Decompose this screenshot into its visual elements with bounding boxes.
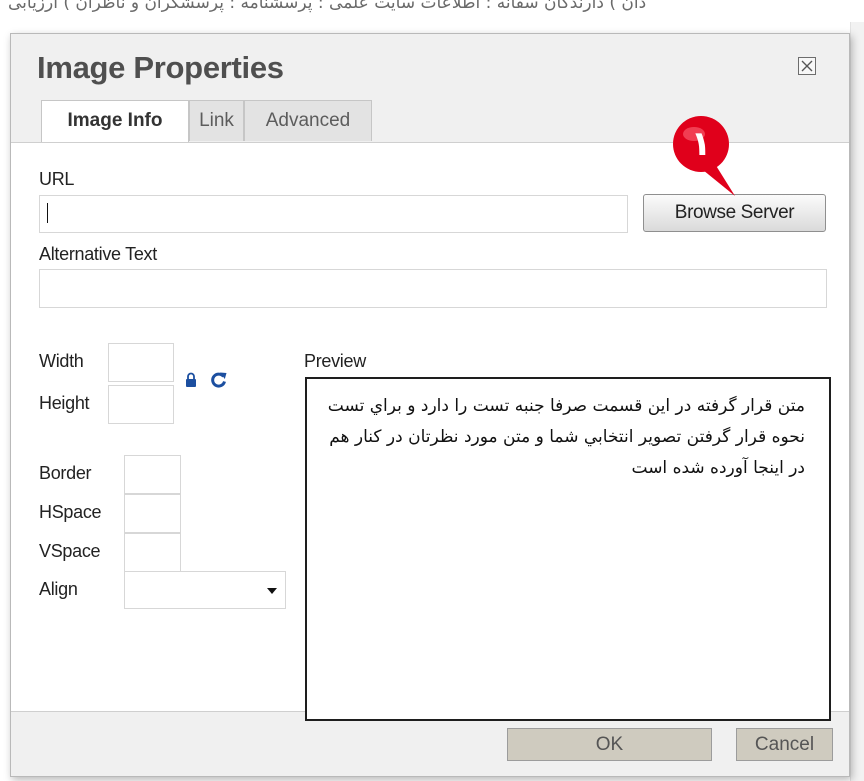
border-label: Border xyxy=(39,463,92,483)
preview-box: متن قرار گرفته در این قسمت صرفا جنبه تست… xyxy=(305,377,831,721)
annotation-number: ۱ xyxy=(690,124,712,164)
height-label: Height xyxy=(39,393,90,413)
alternative-text-label: Alternative Text xyxy=(39,244,157,264)
width-label: Width xyxy=(39,351,84,371)
alternative-text-input[interactable] xyxy=(39,269,827,308)
hspace-label: HSpace xyxy=(39,502,102,522)
cancel-button[interactable]: Cancel xyxy=(736,728,833,761)
close-icon xyxy=(801,60,813,72)
align-select[interactable] xyxy=(124,571,286,609)
background-page-text: دان ) دارندگان سفانه : اطلاعات سایت علمی… xyxy=(8,0,647,13)
preview-label: Preview xyxy=(304,351,366,371)
text-caret xyxy=(47,203,48,223)
align-label: Align xyxy=(39,579,78,599)
background-page-strip: دان ) دارندگان سفانه : اطلاعات سایت علمی… xyxy=(0,0,864,22)
vspace-label: VSpace xyxy=(39,541,101,561)
dialog-title: Image Properties xyxy=(37,50,284,85)
background-page-edge xyxy=(850,22,864,781)
width-input[interactable] xyxy=(108,343,174,382)
vspace-input[interactable] xyxy=(124,533,181,572)
annotation-marker: ۱ xyxy=(663,110,747,211)
url-input[interactable] xyxy=(39,195,628,233)
tab-image-info[interactable]: Image Info xyxy=(41,100,189,143)
image-info-panel: URL Browse Server Alternative Text Width… xyxy=(11,142,849,721)
ok-button[interactable]: OK xyxy=(507,728,712,761)
refresh-icon[interactable] xyxy=(209,370,228,389)
url-label: URL xyxy=(39,169,75,189)
tab-advanced[interactable]: Advanced xyxy=(244,100,372,141)
close-button[interactable] xyxy=(798,57,816,75)
height-input[interactable] xyxy=(108,385,174,424)
preview-text: متن قرار گرفته در این قسمت صرفا جنبه تست… xyxy=(327,396,805,478)
tab-link[interactable]: Link xyxy=(189,100,244,141)
chevron-down-icon xyxy=(267,588,277,594)
lock-icon[interactable] xyxy=(184,372,198,388)
hspace-input[interactable] xyxy=(124,494,181,533)
border-input[interactable] xyxy=(124,455,181,494)
